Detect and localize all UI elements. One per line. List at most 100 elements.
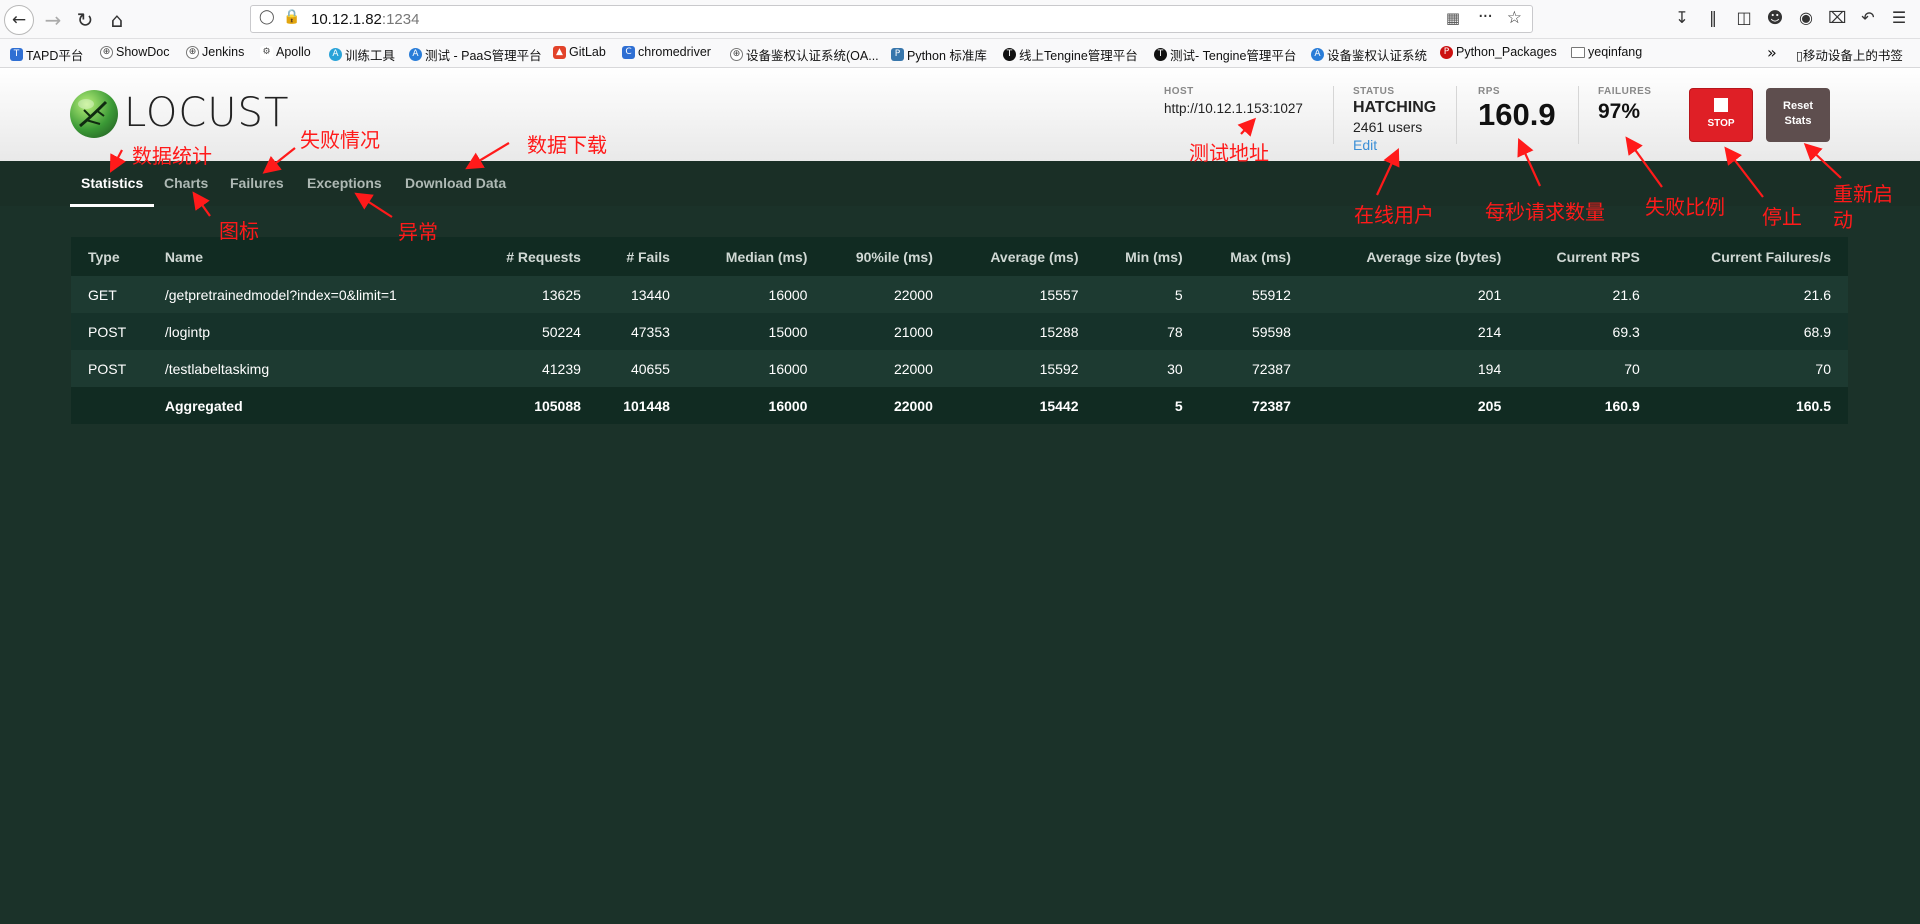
download-icon[interactable]: ↧	[1673, 8, 1691, 27]
insecure-lock-icon[interactable]: 🔒	[283, 9, 300, 25]
bookmark-item[interactable]: T 测试- Tengine管理平台	[1154, 45, 1296, 64]
back-icon[interactable]: ←	[4, 5, 34, 35]
bookmark-star-icon[interactable]: ☆	[1507, 8, 1522, 28]
column-header[interactable]: Current Failures/s	[1656, 237, 1848, 276]
bookmark-item[interactable]: ⊕ 设备鉴权认证系统(OA...	[730, 45, 879, 64]
column-header[interactable]: # Requests	[486, 237, 598, 276]
bookmark-item[interactable]: yeqinfang	[1571, 45, 1642, 59]
address-bar[interactable]: ◯ 🔒 10.12.1.82:1234 ▦ ··· ☆	[250, 5, 1533, 33]
stop-button[interactable]: STOP	[1689, 88, 1753, 142]
mobile-bookmarks[interactable]: ▯移动设备上的书签	[1796, 45, 1903, 64]
column-header[interactable]: Median (ms)	[686, 237, 825, 276]
host-block: HOST http://10.12.1.153:1027	[1164, 86, 1303, 116]
url-port: :1234	[381, 11, 420, 28]
url-text[interactable]: 10.12.1.82:1234	[311, 11, 419, 28]
home-icon[interactable]: ⌂	[102, 5, 132, 35]
column-header[interactable]: Type	[71, 237, 148, 276]
locust-logo-icon	[70, 90, 118, 138]
bookmark-label: Python 标准库	[907, 49, 987, 63]
column-header[interactable]: 90%ile (ms)	[824, 237, 950, 276]
chevron-right-icon[interactable]: »	[1767, 43, 1777, 62]
undo-icon[interactable]: ↶	[1859, 8, 1877, 27]
cell-requests: 105088	[486, 387, 598, 424]
bookmark-item[interactable]: A 测试 - PaaS管理平台	[409, 45, 542, 64]
bookmark-item[interactable]: A 设备鉴权认证系统	[1311, 45, 1427, 64]
cell-90ile: 22000	[824, 387, 950, 424]
bookmark-label: TAPD平台	[26, 49, 84, 63]
python-packages-icon: P	[1440, 45, 1453, 59]
annotation-stop: 停止	[1762, 205, 1802, 229]
browser-toolbar: ← → ↻ ⌂ ◯ 🔒 10.12.1.82:1234 ▦ ··· ☆ ↧ ‖ …	[0, 0, 1920, 39]
cell-current-rps: 69.3	[1518, 313, 1657, 350]
bookmark-item[interactable]: ⊕ ShowDoc	[100, 45, 170, 59]
table-row: GET /getpretrainedmodel?index=0&limit=1 …	[71, 276, 1848, 313]
annotation-host: 测试地址	[1189, 141, 1269, 165]
library-icon[interactable]: ‖	[1704, 8, 1722, 27]
locust-logo-text: LOCUST	[124, 90, 290, 136]
bookmark-item[interactable]: P Python 标准库	[891, 45, 987, 64]
tab-exceptions[interactable]: Exceptions	[296, 161, 393, 204]
cell-min: 5	[1095, 387, 1200, 424]
ai-icon: A	[409, 48, 422, 61]
ai-icon: A	[1311, 48, 1324, 61]
annotation-exceptions: 异常	[398, 220, 438, 244]
url-host: 10.12.1.82	[311, 11, 382, 28]
column-header[interactable]: Average size (bytes)	[1307, 237, 1519, 276]
forward-icon[interactable]: →	[38, 5, 68, 35]
bookmark-item[interactable]: T 线上Tengine管理平台	[1003, 45, 1138, 64]
cell-min: 30	[1095, 350, 1200, 387]
shield-icon[interactable]: ◯	[259, 9, 275, 25]
bookmark-item[interactable]: ▲ GitLab	[553, 45, 606, 59]
bookmark-item[interactable]: T TAPD平台	[10, 45, 83, 64]
tab-failures[interactable]: Failures	[219, 161, 295, 204]
column-header[interactable]: Current RPS	[1518, 237, 1657, 276]
bookmark-item[interactable]: ⊕ Jenkins	[186, 45, 244, 59]
chat-icon[interactable]: ◉	[1797, 8, 1815, 27]
host-value: http://10.12.1.153:1027	[1164, 101, 1303, 116]
column-header[interactable]: Min (ms)	[1095, 237, 1200, 276]
gitlab-icon: ▲	[553, 45, 566, 59]
cell-requests: 41239	[486, 350, 598, 387]
bookmark-item[interactable]: P Python_Packages	[1440, 45, 1557, 59]
column-header[interactable]: Max (ms)	[1199, 237, 1308, 276]
cell-type: GET	[71, 276, 148, 313]
column-header[interactable]: Average (ms)	[949, 237, 1096, 276]
sidebar-icon[interactable]: ◫	[1735, 8, 1753, 27]
bookmark-item[interactable]: Cchromedriver	[622, 45, 711, 59]
edit-users-link[interactable]: Edit	[1353, 137, 1436, 153]
cell-current-rps: 160.9	[1518, 387, 1657, 424]
failures-label: FAILURES	[1598, 86, 1652, 97]
qr-code-icon[interactable]: ▦	[1446, 9, 1460, 27]
account-icon[interactable]: ☻	[1766, 8, 1784, 27]
bookmark-item[interactable]: ⚙ Apollo	[260, 45, 311, 59]
bookmark-label: ShowDoc	[116, 45, 170, 59]
annotation-users: 在线用户	[1354, 203, 1434, 227]
failures-value: 97%	[1598, 100, 1641, 123]
rps-value: 160.9	[1478, 97, 1556, 132]
menu-icon[interactable]: ☰	[1890, 8, 1908, 27]
bookmark-label: 训练工具	[345, 49, 396, 63]
reload-icon[interactable]: ↻	[70, 5, 100, 35]
reset-stats-button[interactable]: Reset Stats	[1766, 88, 1830, 142]
cell-90ile: 21000	[824, 313, 950, 350]
cell-min: 78	[1095, 313, 1200, 350]
rps-block: RPS 160.9	[1478, 86, 1556, 133]
cell-avg-size: 205	[1307, 387, 1519, 424]
bookmark-item[interactable]: A 训练工具	[329, 45, 395, 64]
status-label: STATUS	[1353, 86, 1395, 97]
annotation-stats: 数据统计	[132, 144, 212, 168]
tengine-icon: T	[1003, 48, 1016, 61]
annotation-charts: 图标	[219, 219, 259, 243]
screenshot-icon[interactable]: ⌧	[1828, 8, 1846, 27]
table-row: POST /testlabeltaskimg 41239 40655 16000…	[71, 350, 1848, 387]
column-header[interactable]: # Fails	[597, 237, 687, 276]
tab-download-data[interactable]: Download Data	[394, 161, 517, 204]
more-actions-icon[interactable]: ···	[1478, 6, 1493, 27]
cell-max: 59598	[1199, 313, 1308, 350]
tab-bar: Statistics Charts Failures Exceptions Do…	[0, 161, 1920, 207]
rps-label: RPS	[1478, 86, 1501, 97]
cell-90ile: 22000	[824, 276, 950, 313]
globe-icon: ⊕	[730, 48, 743, 61]
reset-label-line2: Stats	[1784, 115, 1812, 127]
cell-name: Aggregated	[147, 387, 487, 424]
